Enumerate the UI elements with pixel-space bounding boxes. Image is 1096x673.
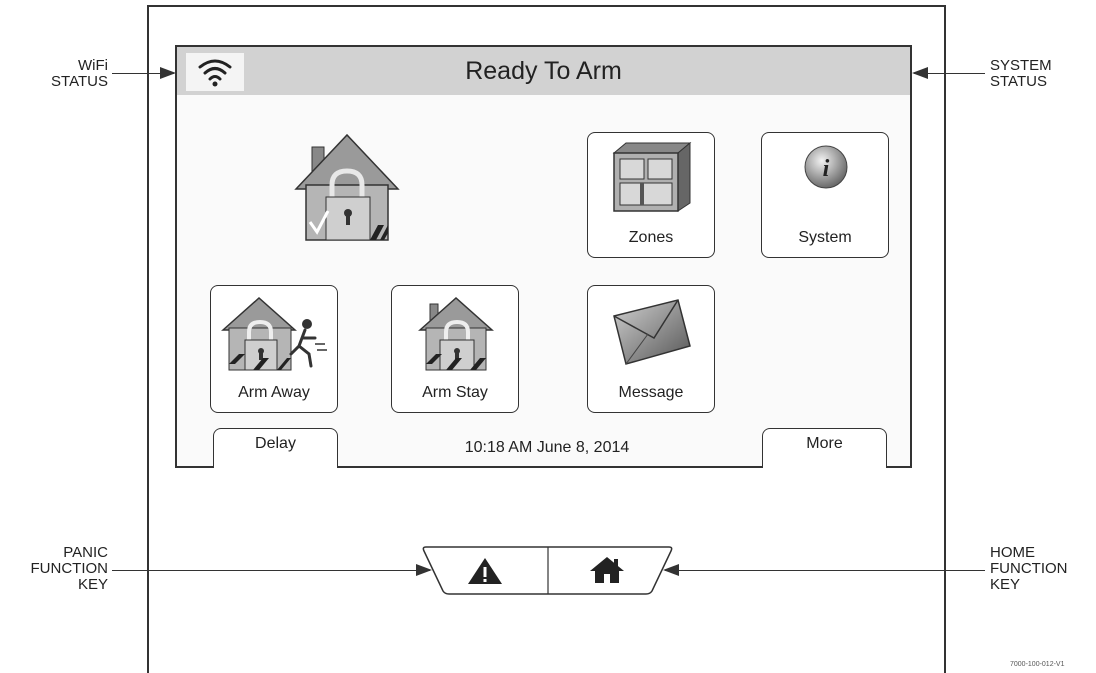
panic-key-callout: PANIC FUNCTION KEY bbox=[2, 544, 109, 593]
message-label: Message bbox=[618, 384, 684, 401]
callout-text: SYSTEM bbox=[990, 57, 1052, 74]
home-icon bbox=[590, 557, 624, 583]
arrow-right-icon bbox=[416, 564, 432, 576]
arm-stay-icon bbox=[418, 296, 494, 371]
arm-stay-label: Arm Stay bbox=[422, 384, 488, 401]
callout-text: FUNCTION bbox=[990, 560, 1068, 577]
info-icon: i bbox=[804, 145, 848, 189]
datetime-display: 10:18 AM June 8, 2014 bbox=[464, 439, 630, 456]
callout-text: FUNCTION bbox=[30, 560, 109, 577]
callout-text: WiFi bbox=[78, 57, 108, 74]
svg-text:i: i bbox=[823, 156, 830, 182]
arm-away-button[interactable]: Arm Away bbox=[210, 285, 338, 413]
warning-triangle-icon bbox=[468, 558, 502, 584]
callout-text: STATUS bbox=[990, 73, 1047, 90]
arrow-right-icon bbox=[160, 67, 176, 79]
house-lock-icon bbox=[294, 133, 400, 241]
more-tab[interactable]: More bbox=[762, 428, 887, 468]
system-status-title: Ready To Arm bbox=[465, 57, 622, 85]
touch-screen: Ready To Arm Zones i System Arm Away Arm… bbox=[175, 45, 912, 468]
figure-id: 7000-100-012-V1 bbox=[1010, 661, 1065, 668]
callout-text: KEY bbox=[77, 576, 108, 593]
wifi-status-callout: WiFi STATUS bbox=[40, 58, 108, 90]
message-button[interactable]: Message bbox=[587, 285, 715, 413]
arm-stay-button[interactable]: Arm Stay bbox=[391, 285, 519, 413]
home-callout-line bbox=[665, 570, 985, 571]
arrow-left-icon bbox=[912, 67, 928, 79]
delay-tab[interactable]: Delay bbox=[213, 428, 338, 468]
arm-away-icon bbox=[221, 296, 327, 371]
arrow-left-icon bbox=[663, 564, 679, 576]
envelope-icon bbox=[613, 299, 691, 365]
panic-callout-line bbox=[112, 570, 430, 571]
arm-away-label: Arm Away bbox=[238, 384, 310, 401]
zones-label: Zones bbox=[628, 229, 674, 246]
home-key-callout: HOME FUNCTION KEY bbox=[990, 545, 1090, 593]
system-label: System bbox=[798, 229, 852, 246]
callout-text: PANIC bbox=[63, 544, 108, 561]
callout-text: STATUS bbox=[51, 73, 108, 90]
zones-icon bbox=[612, 141, 692, 212]
system-button[interactable]: i System bbox=[761, 132, 889, 258]
home-key[interactable] bbox=[587, 554, 627, 586]
function-keypad bbox=[422, 546, 673, 595]
panic-key[interactable] bbox=[465, 555, 505, 587]
callout-text: KEY bbox=[990, 576, 1021, 593]
zones-button[interactable]: Zones bbox=[587, 132, 715, 258]
callout-text: HOME bbox=[990, 544, 1035, 561]
system-status-callout: SYSTEM STATUS bbox=[990, 58, 1080, 90]
